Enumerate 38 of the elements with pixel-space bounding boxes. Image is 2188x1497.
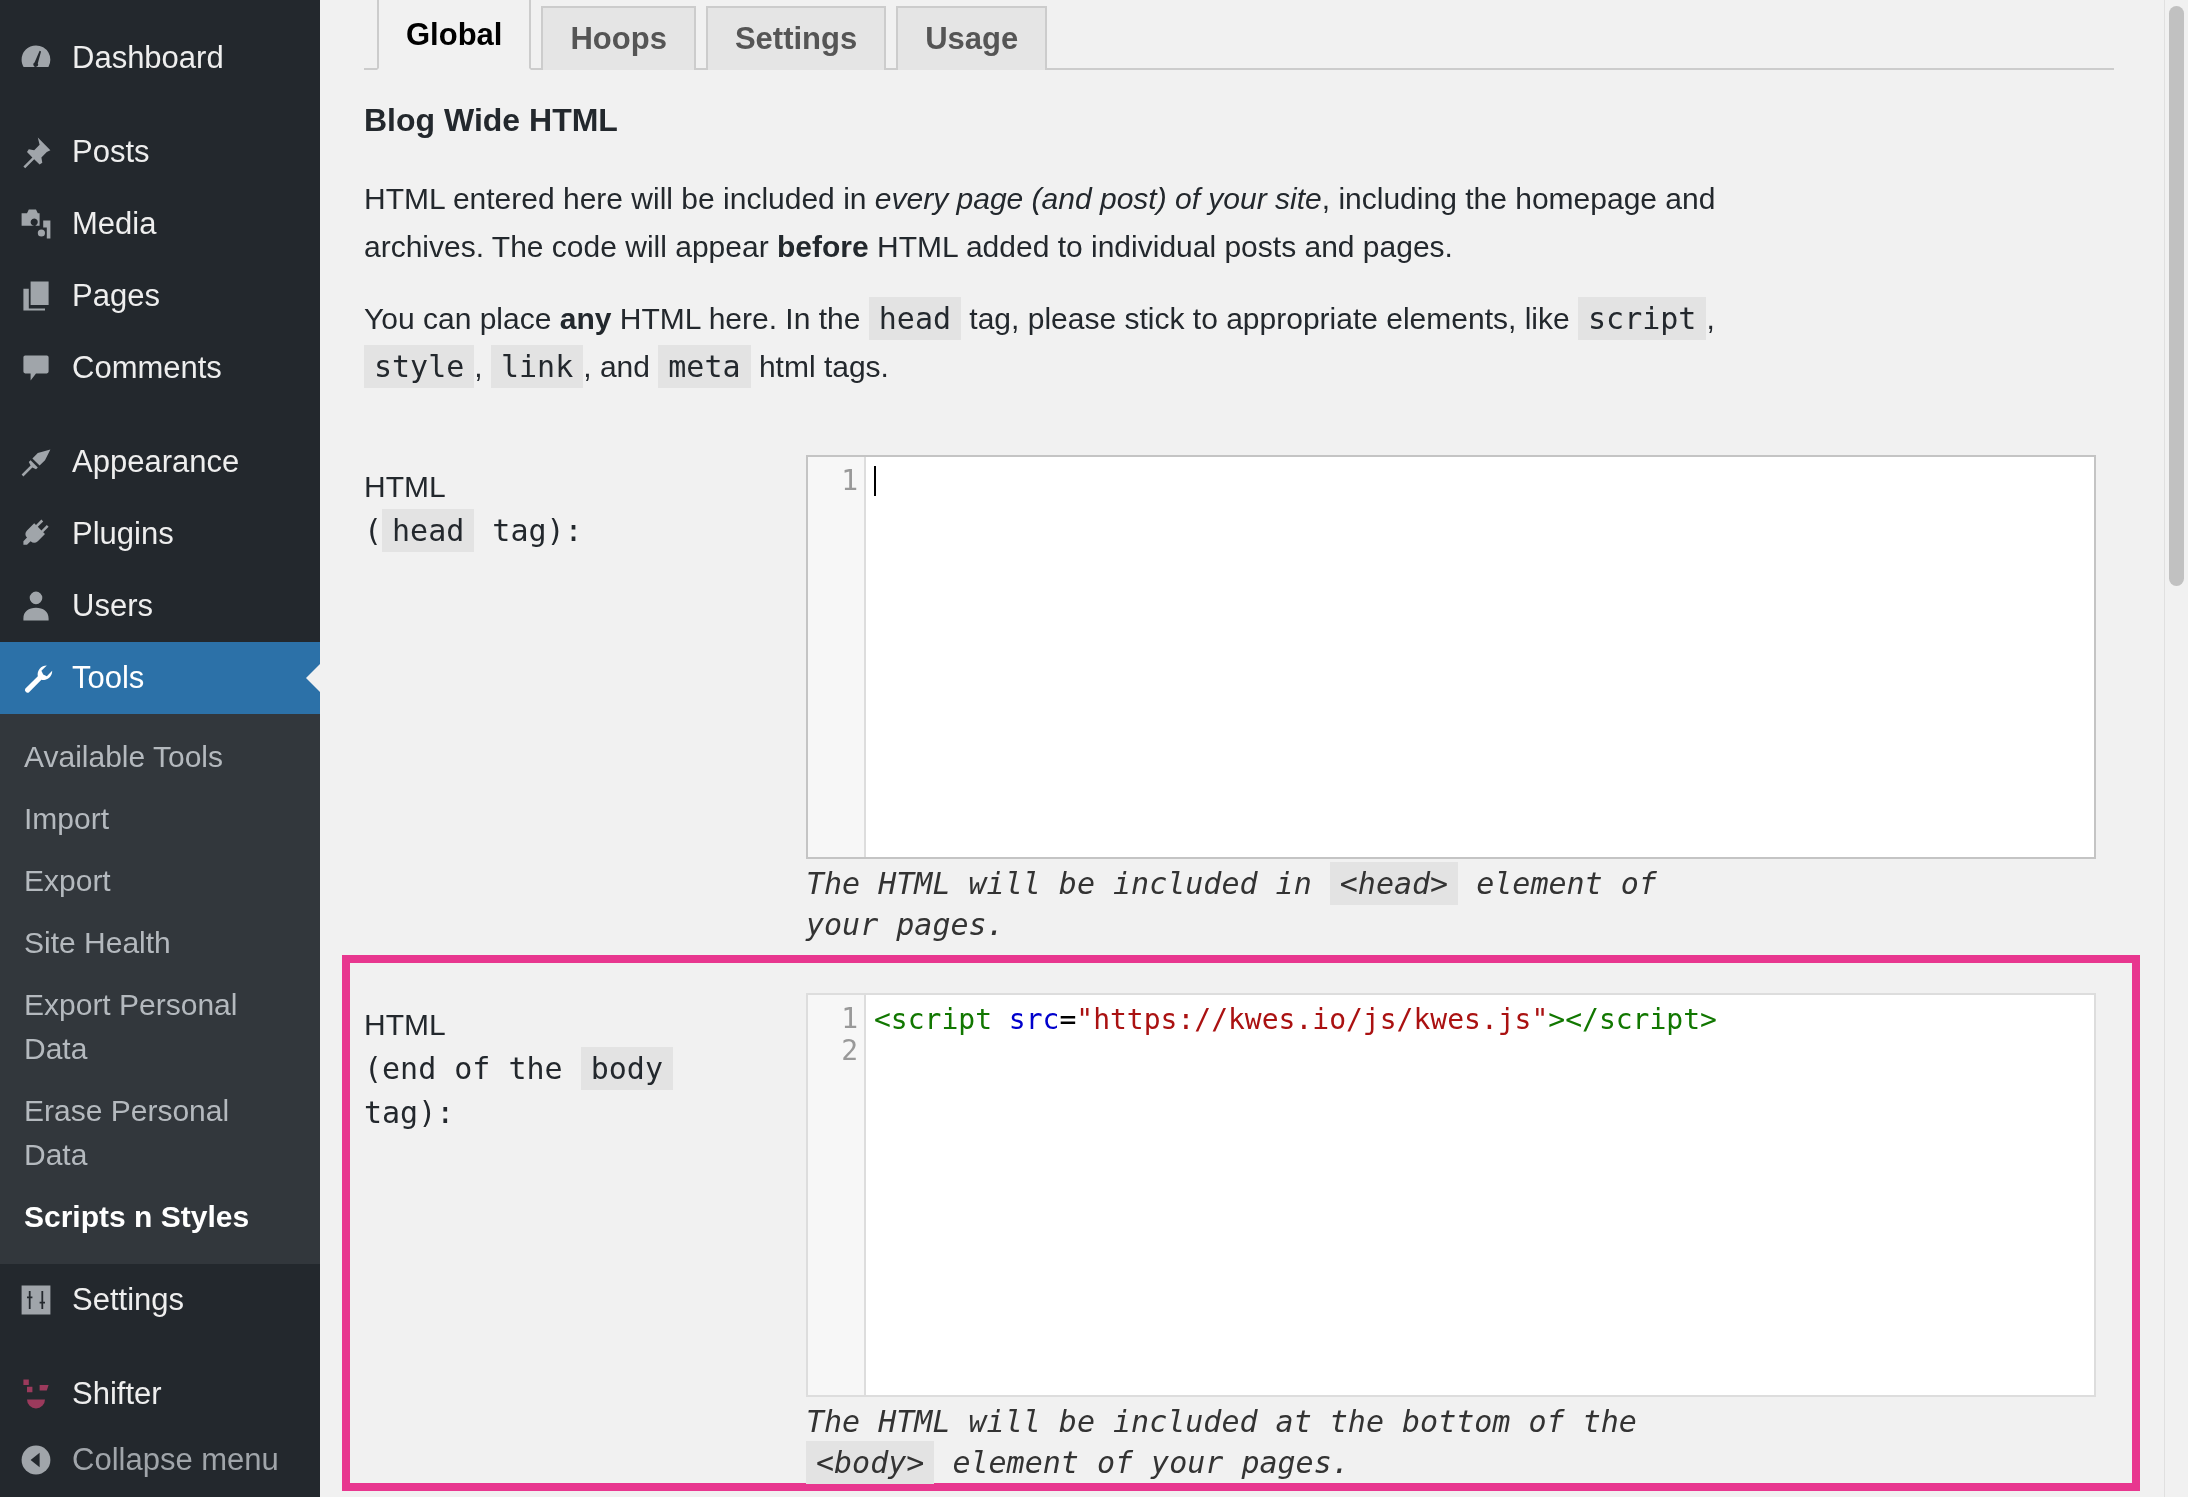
line-number: 1 — [840, 1003, 859, 1035]
menu-item[interactable]: Dashboard — [0, 22, 320, 94]
menu-item[interactable]: Users — [0, 570, 320, 642]
field-description: The HTML will be included in <head> element of your pages. — [806, 863, 1736, 945]
line-number: 1 — [840, 465, 859, 497]
menu-item[interactable]: Settings — [0, 1264, 320, 1336]
menu-item[interactable]: Comments — [0, 332, 320, 404]
tab[interactable]: Settings — [705, 6, 887, 70]
menu-item[interactable]: Plugins — [0, 498, 320, 570]
submenu-item[interactable]: Site Health — [0, 912, 320, 974]
tab[interactable]: Usage — [896, 6, 1048, 70]
current-menu-pointer — [306, 664, 320, 692]
intro-paragraph: You can place any HTML here. In the head tag, please stick to appropriate elements, like script , style , link , and meta html tags. — [364, 295, 1784, 391]
submenu-item[interactable]: Export — [0, 850, 320, 912]
menu-item[interactable]: Media — [0, 188, 320, 260]
menu-item[interactable]: Posts — [0, 116, 320, 188]
menu-item[interactable]: Shifter — [0, 1358, 320, 1430]
code-editor[interactable]: 1 2 <script src="https://kwes.io/js/kwes.js"></script> — [806, 993, 2096, 1397]
submenu-item[interactable]: Import — [0, 788, 320, 850]
menu-item[interactable]: Appearance — [0, 426, 320, 498]
submenu-item[interactable]: Erase Personal Data — [0, 1080, 320, 1186]
submenu-item[interactable]: Available Tools — [0, 726, 320, 788]
tab[interactable]: Hoops — [541, 6, 696, 70]
menu-item[interactable]: Pages — [0, 260, 320, 332]
field-description: The HTML will be included at the bottom of the <body> element of your pages. — [806, 1401, 1736, 1483]
text-cursor — [874, 466, 876, 496]
collapse-menu-button[interactable]: Collapse menu — [0, 1430, 320, 1490]
scrollbar-thumb[interactable] — [2169, 6, 2184, 586]
field-label: HTML ( head tag): — [364, 455, 744, 945]
menu-item[interactable]: Tools — [0, 642, 320, 714]
intro-paragraph: HTML entered here will be included in every page (and post) of your site, including the homepage and archives. The code will appear before HTML added to individual posts and pages. — [364, 181, 1717, 265]
submenu-item[interactable]: Scripts n Styles — [0, 1186, 320, 1248]
code-line: <script src="https://kwes.io/js/kwes.js"></script> — [874, 1002, 1717, 1036]
submenu-item[interactable]: Export Personal Data — [0, 974, 320, 1080]
tab[interactable]: Global — [377, 0, 532, 70]
field-label: HTML (end of the body tag): — [364, 993, 744, 1483]
line-number: 2 — [840, 1035, 859, 1067]
section-heading: Blog Wide HTML — [364, 102, 619, 139]
